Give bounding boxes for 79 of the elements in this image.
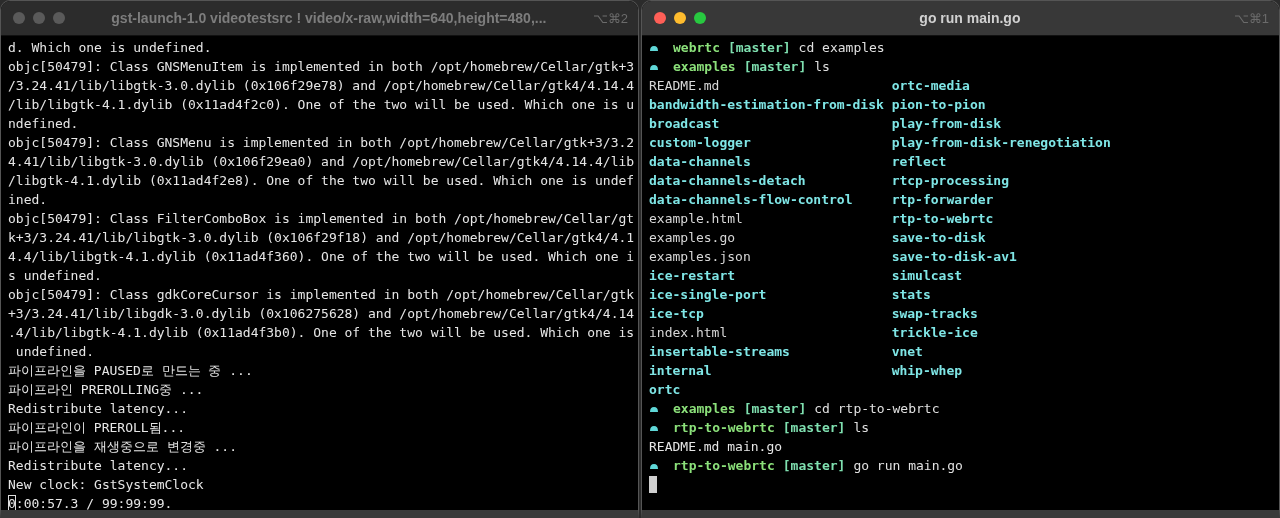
prompt-directory: rtp-to-webrtc [673,419,775,437]
output-line: Redistribute latency... [8,457,189,475]
output-line: 파이프라인을 PAUSED로 만드는 중 ... [8,362,254,380]
file-entry: example.html [649,210,744,228]
dir-entry: data-channels-detach [649,172,807,190]
git-branch: [master] [743,400,807,418]
output-line: 파이프라인을 재생중으로 변경중 ... [8,438,238,456]
prompt-directory: rtp-to-webrtc [673,457,775,475]
output-line: :00:57.3 / 99:99:99. [15,495,173,510]
dir-entry: rtcp-processing [891,172,1011,190]
output-line: Redistribute latency... [8,400,189,418]
output-line: /lib/libgtk-4.1.dylib (0x11ad4f2c0). One of the two will be used. Which one is u [8,96,631,114]
prompt-directory: examples [673,58,736,76]
command-text: go run main.go [853,457,963,475]
minimize-button[interactable] [674,12,686,24]
dir-entry: broadcast [649,115,721,133]
dir-entry: reflect [891,153,948,171]
output-line: ined. [8,191,49,209]
dir-entry: play-from-disk-renegotiation [891,134,1112,152]
dir-entry: ortc-media [891,77,971,95]
output-line: .4/lib/libgtk-4.1.dylib (0x11ad4f3b0). One of the two will be used. Which one is [8,324,631,342]
text-cursor [649,476,657,493]
output-line: undefined. [14,343,96,361]
dir-entry: rtp-to-webrtc [891,210,995,228]
file-entry: examples.json [649,248,752,266]
command-text: ls [814,58,830,76]
dir-entry: save-to-disk [891,229,987,247]
text-cursor: 0 [8,495,16,510]
dir-entry: ice-tcp [649,305,705,323]
command-text: cd rtp-to-webrtc [814,400,940,418]
window-title: go run main.go [918,10,1022,26]
git-branch: [master] [743,58,807,76]
dir-entry: trickle-ice [891,324,979,342]
dir-entry: ice-restart [649,267,737,285]
output-line: objc[50479]: Class GNSMenu is implemented in both /opt/homebrew/Cellar/gtk+3/3.2 [8,134,631,152]
output-line: objc[50479]: Class FilterComboBox is implemented in both /opt/homebrew/Cellar/gt [8,210,631,228]
file-entry: README.md [649,77,721,95]
output-line: 파이프라인 PREROLLING중 ... [8,381,205,399]
dir-entry: ice-single-port [649,286,768,304]
prompt-directory: webrtc [673,39,720,57]
dir-entry: simulcast [891,267,964,285]
command-text: cd examples [798,39,885,57]
dir-entry: ortc [649,381,682,399]
dir-entry: whip-whep [891,362,964,380]
dir-entry: bandwidth-estimation-from-disk [649,96,885,114]
dir-entry: custom-logger [649,134,752,152]
git-branch: [master] [782,419,846,437]
output-line: 파이프라인이 PREROLL됨... [8,419,187,437]
output-line: 4.4/lib/libgtk-4.1.dylib (0x11ad4f360). One of the two will be used. Which one i [8,248,631,266]
dir-entry: play-from-disk [891,115,1003,133]
dir-entry: pion-to-pion [891,96,987,114]
output-line: New clock: GstSystemClock [8,476,205,494]
file-entry: examples.go [649,229,737,247]
output-line: d. Which one is undefined. [8,39,213,57]
output-line: s undefined. [8,267,103,285]
file-entry: index.html [649,324,729,342]
prompt-icon [649,461,659,470]
dir-entry: stats [891,286,932,304]
dir-entry: vnet [891,343,924,361]
zoom-button[interactable] [694,12,706,24]
dir-entry: rtp-forwarder [891,191,995,209]
close-button[interactable] [13,12,25,24]
dir-entry: internal [649,362,713,380]
dir-entry: data-channels [649,153,752,171]
output-line: /libgtk-4.1.dylib (0x11ad4f2e8). One of the two will be used. Which one is undef [8,172,631,190]
dir-entry: data-channels-flow-control [649,191,854,209]
output-line: objc[50479]: Class GNSMenuItem is implemented in both /opt/homebrew/Cellar/gtk+3 [8,58,631,76]
git-branch: [master] [727,39,791,57]
output-line: README.md main.go [649,438,784,456]
output-line: ndefined. [8,115,80,133]
shortcut-label: ⌥⌘2 [592,10,628,26]
git-branch: [master] [782,457,846,475]
dir-entry: insertable-streams [649,343,791,361]
dir-entry: save-to-disk-av1 [891,248,1018,266]
window-title: gst-launch-1.0 videotestsrc ! video/x-raw,width=640,height=480,... [110,10,548,26]
command-text: ls [853,419,870,437]
close-button[interactable] [654,12,666,24]
prompt-directory: examples [673,400,736,418]
dir-entry: swap-tracks [891,305,979,323]
